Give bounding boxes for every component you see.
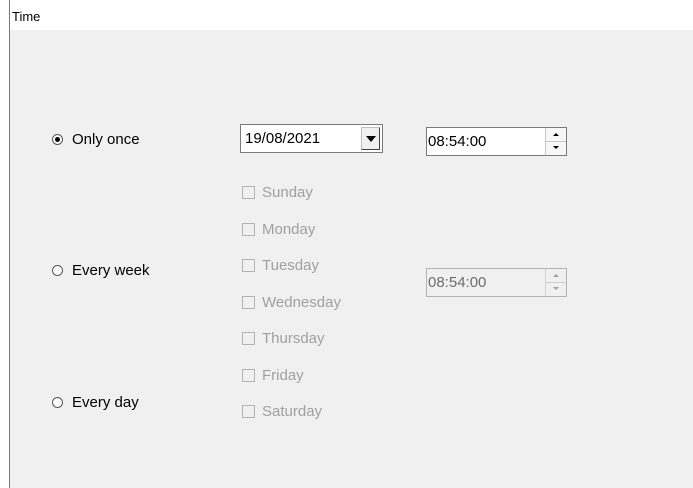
day-checkbox-wednesday: Wednesday [242, 294, 341, 311]
day-checkbox-friday: Friday [242, 367, 304, 384]
radio-button[interactable] [52, 134, 63, 145]
day-checkbox-thursday: Thursday [242, 330, 325, 347]
day-checkbox-sunday: Sunday [242, 184, 313, 201]
radio-button[interactable] [52, 265, 63, 276]
checkbox [242, 296, 255, 309]
spin-buttons [545, 269, 566, 296]
chevron-down-icon[interactable] [361, 127, 380, 150]
spin-up-icon [546, 269, 566, 283]
checkbox [242, 186, 255, 199]
day-label: Sunday [262, 184, 313, 201]
radio-only-once[interactable]: Only once [52, 131, 140, 148]
checkbox [242, 259, 255, 272]
spin-buttons [545, 128, 566, 155]
day-checkbox-monday: Monday [242, 221, 315, 238]
radio-every-day[interactable]: Every day [52, 394, 139, 411]
day-label: Friday [262, 367, 304, 384]
day-checkbox-tuesday: Tuesday [242, 257, 319, 274]
time-value: 08:54:00 [428, 274, 487, 291]
day-label: Saturday [262, 403, 323, 420]
date-value[interactable]: 19/08/2021 [245, 130, 320, 148]
radio-every-week[interactable]: Every week [52, 262, 150, 279]
checkbox [242, 369, 255, 382]
checkbox [242, 405, 255, 418]
spin-down-icon[interactable] [546, 142, 566, 156]
radio-button[interactable] [52, 397, 63, 408]
section-header: Time [0, 0, 693, 30]
day-checkbox-saturday: Saturday [242, 403, 322, 420]
spin-down-icon [546, 283, 566, 297]
time-spinner-once[interactable]: 08:54:00 [426, 127, 567, 156]
radio-label: Every day [72, 394, 139, 411]
day-label: Wednesday [262, 294, 341, 311]
time-value[interactable]: 08:54:00 [428, 133, 486, 151]
time-spinner-weekly: 08:54:00 [426, 268, 567, 297]
radio-label: Every week [72, 262, 150, 279]
day-label: Monday [262, 221, 316, 238]
date-picker[interactable]: 19/08/2021 [240, 124, 383, 153]
checkbox [242, 223, 255, 236]
day-label: Thursday [262, 330, 325, 347]
section-title: Time [12, 9, 41, 24]
schedule-panel [10, 30, 693, 488]
radio-label: Only once [72, 131, 140, 148]
checkbox [242, 332, 255, 345]
spin-up-icon[interactable] [546, 128, 566, 142]
day-label: Tuesday [262, 257, 319, 274]
